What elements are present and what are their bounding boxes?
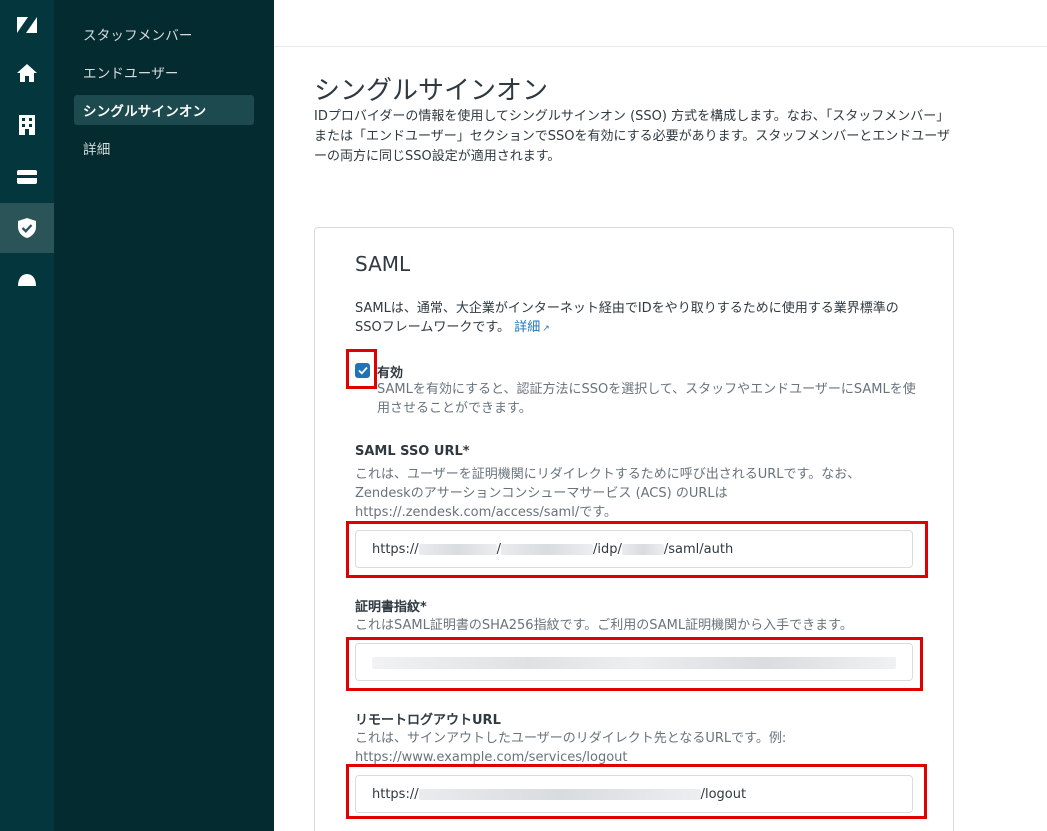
saml-enabled-hint: SAMLを有効にすると、認証方法にSSOを選択して、スタッフやエンドユーザーにS…: [377, 382, 916, 416]
redacted-text: [418, 788, 701, 800]
redacted-text: [501, 543, 593, 555]
sso-url-suffix: /saml/auth: [663, 541, 734, 557]
saml-description: SAMLは、通常、大企業がインターネット経由でIDをやり取りするために使用する業…: [355, 299, 915, 339]
card-icon[interactable]: [0, 152, 54, 202]
sso-url-prefix: https://: [372, 541, 419, 557]
saml-card-title: SAML: [355, 252, 411, 276]
subnav-item-single-sign-on[interactable]: シングルサインオン: [74, 95, 254, 125]
zendesk-logo-icon[interactable]: [0, 0, 54, 50]
logout-url-hint: これは、サインアウトしたユーザーのリダイレクト先となるURLです。例: http…: [355, 731, 787, 765]
redacted-text: [621, 543, 664, 555]
fingerprint-hint: これはSAML証明書のSHA256指紋です。ご利用のSAML証明機関から入手でき…: [355, 618, 853, 633]
settings-subnav: スタッフメンバー エンドユーザー シングルサインオン 詳細: [54, 0, 274, 831]
subnav-item-details[interactable]: 詳細: [74, 133, 254, 163]
sso-url-hint: これは、ユーザーを証明機関にリダイレクトするために呼び出されるURLです。なお、…: [355, 467, 861, 520]
sso-url-sep2: /idp/: [593, 541, 622, 557]
sso-url-label: SAML SSO URL*: [355, 444, 470, 459]
redacted-text: [372, 657, 896, 669]
learn-more-label: 詳細: [514, 320, 541, 335]
top-bar: [274, 0, 1047, 47]
redacted-text: [418, 543, 497, 555]
logout-url-input[interactable]: https:// /logout: [355, 775, 913, 813]
checkmark-icon: [357, 366, 368, 375]
shield-icon[interactable]: [0, 203, 54, 253]
cloud-icon[interactable]: [0, 255, 54, 305]
learn-more-link[interactable]: 詳細 ↗: [514, 320, 550, 335]
saml-enabled-checkbox[interactable]: [355, 363, 370, 378]
logout-url-suffix: /logout: [700, 786, 747, 802]
external-link-icon: ↗: [542, 324, 550, 334]
page-title: シングルサインオン: [314, 76, 549, 106]
subnav-item-end-users[interactable]: エンドユーザー: [74, 57, 254, 87]
logout-url-prefix: https://: [372, 786, 419, 802]
sso-url-input[interactable]: https:////idp//saml/auth: [355, 530, 913, 568]
logout-url-label: リモートログアウトURL: [355, 713, 501, 728]
fingerprint-label: 証明書指紋*: [355, 600, 427, 615]
icon-rail: [0, 0, 54, 831]
saml-description-text: SAMLは、通常、大企業がインターネット経由でIDをやり取りするために使用する業…: [355, 301, 899, 335]
home-icon[interactable]: [0, 48, 54, 98]
subnav-item-staff-members[interactable]: スタッフメンバー: [74, 19, 254, 49]
building-icon[interactable]: [0, 100, 54, 150]
saml-enabled-label: 有効: [377, 366, 404, 381]
page-description: IDプロバイダーの情報を使用してシングルサインオン (SSO) 方式を構成します…: [314, 109, 951, 164]
fingerprint-input[interactable]: [355, 643, 913, 681]
